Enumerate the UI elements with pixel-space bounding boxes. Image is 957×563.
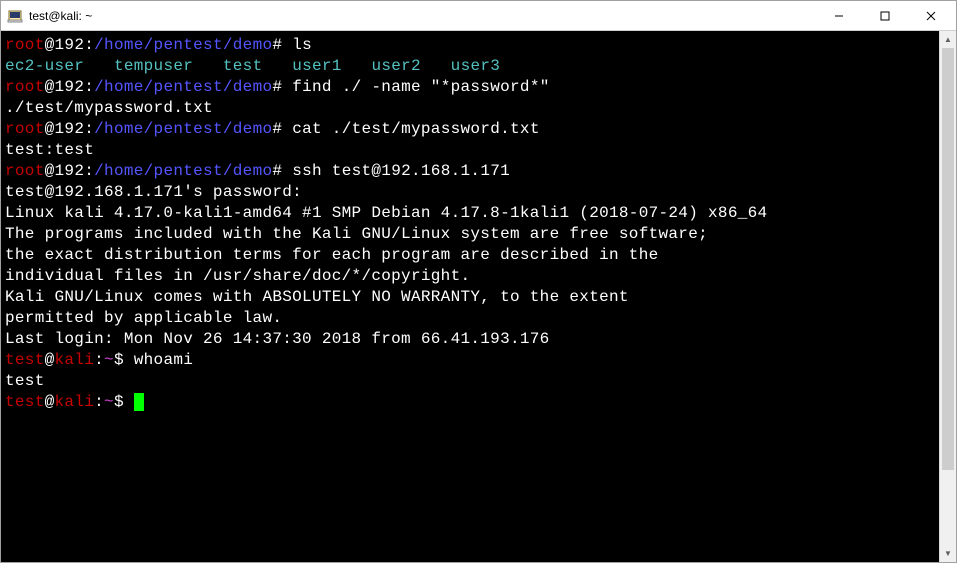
titlebar[interactable]: test@kali: ~	[1, 1, 956, 31]
minimize-button[interactable]	[816, 2, 862, 30]
window-title: test@kali: ~	[29, 9, 816, 23]
terminal-line: test@kali:~$ whoami	[5, 350, 939, 371]
scrollbar[interactable]: ▲ ▼	[939, 31, 956, 562]
terminal-line: The programs included with the Kali GNU/…	[5, 224, 939, 287]
scroll-up-button[interactable]: ▲	[940, 31, 956, 48]
terminal[interactable]: root@192:/home/pentest/demo# lsec2-user …	[1, 31, 939, 562]
terminal-line: root@192:/home/pentest/demo# find ./ -na…	[5, 77, 939, 98]
app-window: test@kali: ~ root@192:/home/pentest/demo…	[0, 0, 957, 563]
scroll-track[interactable]	[940, 48, 956, 545]
scroll-down-button[interactable]: ▼	[940, 545, 956, 562]
terminal-line: test	[5, 371, 939, 392]
terminal-line: test:test	[5, 140, 939, 161]
terminal-line: root@192:/home/pentest/demo# ssh test@19…	[5, 161, 939, 182]
terminal-line: root@192:/home/pentest/demo# cat ./test/…	[5, 119, 939, 140]
window-controls	[816, 2, 954, 30]
terminal-line: root@192:/home/pentest/demo# ls	[5, 35, 939, 56]
terminal-line: ec2-user tempuser test user1 user2 user3	[5, 56, 939, 77]
terminal-line: Linux kali 4.17.0-kali1-amd64 #1 SMP Deb…	[5, 203, 939, 224]
terminal-line: Last login: Mon Nov 26 14:37:30 2018 fro…	[5, 329, 939, 350]
terminal-line: ./test/mypassword.txt	[5, 98, 939, 119]
terminal-line: test@192.168.1.171's password:	[5, 182, 939, 203]
close-button[interactable]	[908, 2, 954, 30]
maximize-button[interactable]	[862, 2, 908, 30]
putty-icon	[7, 8, 23, 24]
terminal-area: root@192:/home/pentest/demo# lsec2-user …	[1, 31, 956, 562]
scroll-thumb[interactable]	[942, 48, 954, 470]
terminal-line: test@kali:~$	[5, 392, 939, 413]
terminal-line: Kali GNU/Linux comes with ABSOLUTELY NO …	[5, 287, 939, 329]
